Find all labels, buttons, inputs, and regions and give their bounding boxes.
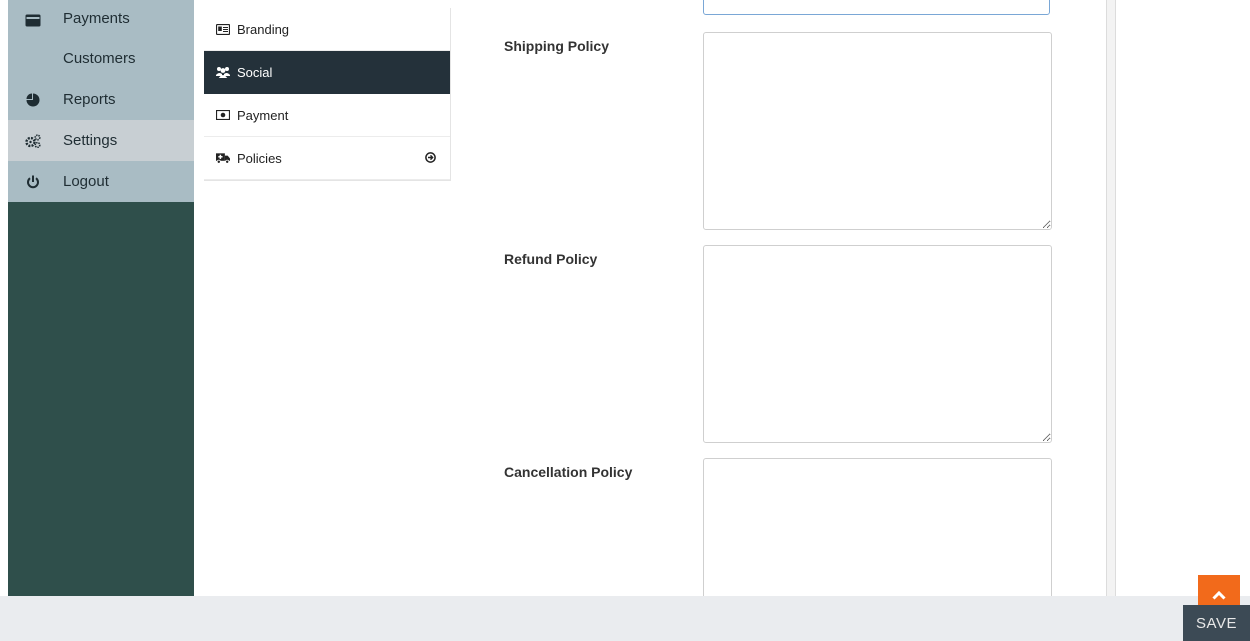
sidebar-item-settings[interactable]: Settings: [8, 120, 194, 161]
sidebar-item-label: Settings: [63, 132, 118, 149]
sidebar-item-logout[interactable]: Logout: [8, 161, 194, 202]
sidebar-item-label: Logout: [63, 173, 109, 190]
money-icon: [216, 108, 230, 122]
credit-card-icon: [25, 12, 41, 28]
refund-policy-label: Refund Policy: [504, 251, 598, 267]
previous-field-input[interactable]: [703, 0, 1050, 15]
sidebar-item-customers[interactable]: Customers: [8, 38, 194, 79]
cancellation-policy-textarea[interactable]: [703, 458, 1052, 614]
sidebar-item-payments[interactable]: Payments: [8, 0, 194, 38]
shipping-policy-textarea[interactable]: [703, 32, 1052, 230]
refund-policy-textarea[interactable]: [703, 245, 1052, 443]
sidebar-item-reports[interactable]: Reports: [8, 79, 194, 120]
cancellation-policy-label: Cancellation Policy: [504, 464, 633, 480]
users-icon: [216, 65, 230, 79]
tab-policies[interactable]: Policies: [204, 137, 450, 180]
tab-branding[interactable]: Branding: [204, 8, 450, 51]
tab-payment[interactable]: Payment: [204, 94, 450, 137]
tab-label: Social: [237, 64, 273, 80]
sidebar: Payments Customers Reports Settings Logo…: [8, 0, 194, 596]
content-right-border: [1106, 0, 1116, 596]
tab-label: Payment: [237, 107, 289, 123]
tab-label: Policies: [237, 150, 282, 166]
chevron-up-icon: [1212, 587, 1226, 605]
sidebar-menu: Payments Customers Reports Settings Logo…: [8, 0, 194, 202]
power-icon: [25, 174, 41, 190]
tab-social[interactable]: Social: [204, 51, 450, 94]
save-button[interactable]: SAVE: [1183, 605, 1250, 641]
footer-bar: [0, 596, 1250, 641]
id-card-icon: [216, 22, 230, 36]
settings-tab-menu: Branding Social Payment Policies: [204, 8, 451, 181]
sidebar-item-label: Customers: [63, 50, 136, 67]
arrow-circle-right-icon[interactable]: [425, 151, 436, 166]
ambulance-icon: [216, 151, 230, 165]
sidebar-item-label: Reports: [63, 91, 116, 108]
cogs-icon: [25, 133, 41, 149]
shipping-policy-label: Shipping Policy: [504, 38, 610, 54]
sidebar-item-label: Payments: [63, 10, 130, 27]
tab-label: Branding: [237, 21, 290, 37]
pie-chart-icon: [25, 92, 41, 108]
